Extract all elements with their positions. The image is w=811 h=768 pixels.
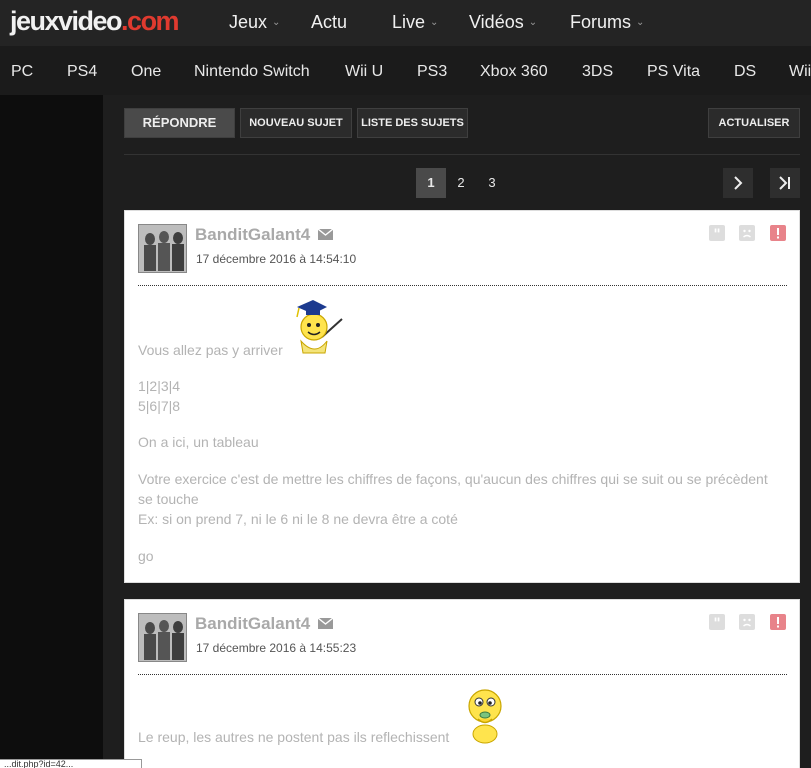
platform-wii[interactable]: Wii [789, 63, 811, 81]
sad-face-icon[interactable] [739, 614, 755, 630]
nav-forums[interactable]: Forums ⌄ [570, 11, 644, 34]
refresh-button[interactable]: ACTUALISER [708, 108, 800, 138]
platform-one[interactable]: One [131, 63, 161, 81]
chevron-down-icon: ⌄ [528, 17, 538, 28]
platform-wii-u[interactable]: Wii U [345, 63, 383, 81]
platform-ps4[interactable]: PS4 [67, 63, 97, 81]
mail-icon[interactable] [318, 229, 333, 240]
platform-ds[interactable]: DS [734, 63, 756, 81]
chevron-down-icon: ⌄ [636, 17, 645, 28]
post-text-line: Le reup, les autres ne postent pas ils r… [138, 729, 450, 745]
avatar[interactable] [138, 613, 187, 662]
avatar-image [139, 614, 186, 661]
avatar[interactable] [138, 224, 187, 273]
reply-button[interactable]: RÉPONDRE [124, 108, 235, 138]
platform-3ds[interactable]: 3DS [582, 63, 613, 81]
chevron-right-icon [734, 176, 743, 190]
platform-nintendo-switch[interactable]: Nintendo Switch [194, 63, 310, 81]
platform-bar: PC PS4 One Nintendo Switch Wii U PS3 Xbo… [0, 46, 811, 95]
platform-ps-vita[interactable]: PS Vita [647, 63, 700, 81]
nav-live[interactable]: Live ⌄ [392, 11, 438, 34]
post-text-line: Ex: si on prend 7, ni le 6 ni le 8 ne de… [138, 511, 458, 527]
divider [124, 154, 800, 155]
post-author[interactable]: BanditGalant4 [195, 225, 310, 245]
post-text-line: 1|2|3|4 [138, 378, 181, 394]
post-text-line: Vous allez pas y arriver [138, 342, 283, 358]
mail-icon[interactable] [318, 618, 333, 629]
page-3[interactable]: 3 [477, 168, 507, 198]
sad-face-icon[interactable] [739, 225, 755, 241]
page-1[interactable]: 1 [416, 168, 446, 198]
next-page-button[interactable] [723, 168, 753, 198]
post-text-line: On a ici, un tableau [138, 434, 259, 450]
post-author[interactable]: BanditGalant4 [195, 614, 310, 634]
chevron-down-icon: ⌄ [272, 17, 281, 28]
quote-icon[interactable]: " [709, 225, 725, 241]
new-topic-button[interactable]: NOUVEAU SUJET [240, 108, 352, 138]
left-sidebar [0, 95, 103, 768]
platform-ps3[interactable]: PS3 [417, 63, 447, 81]
top-navbar: jeuxvideo.com Jeux ⌄ Actu Live ⌄ Vidéos ⌄ F… [0, 0, 811, 46]
post-date[interactable]: 17 décembre 2016 à 14:55:23 [196, 641, 356, 655]
post-date[interactable]: 17 décembre 2016 à 14:54:10 [196, 252, 356, 266]
svg-text:": " [713, 227, 720, 241]
page-2[interactable]: 2 [446, 168, 476, 198]
status-tooltip: ...dit.php?id=42... [0, 759, 142, 768]
post-text-line: se touche [138, 491, 199, 507]
forum-post: BanditGalant4 17 décembre 2016 à 14:55:2… [124, 599, 800, 768]
topic-list-button[interactable]: LISTE DES SUJETS [357, 108, 468, 138]
platform-pc[interactable]: PC [11, 63, 33, 81]
last-page-button[interactable] [770, 168, 800, 198]
post-text-line: 5|6|7|8 [138, 398, 181, 414]
avatar-image [139, 225, 186, 272]
svg-text:": " [713, 616, 720, 630]
post-text-line: Votre exercice c'est de mettre les chiff… [138, 471, 768, 487]
post-text-line: go [138, 548, 154, 564]
platform-xbox-360[interactable]: Xbox 360 [480, 63, 548, 81]
last-page-icon [779, 176, 790, 190]
nav-jeux[interactable]: Jeux ⌄ [229, 11, 280, 34]
nav-videos[interactable]: Vidéos ⌄ [469, 11, 537, 34]
forum-post: BanditGalant4 17 décembre 2016 à 14:54:1… [124, 210, 800, 583]
alert-icon[interactable] [770, 225, 786, 241]
post-divider [138, 285, 787, 286]
chevron-down-icon: ⌄ [430, 17, 439, 28]
quote-icon[interactable]: " [709, 614, 725, 630]
site-logo[interactable]: jeuxvideo.com [10, 4, 180, 38]
alert-icon[interactable] [770, 614, 786, 630]
nav-actu[interactable]: Actu [311, 11, 347, 33]
post-divider [138, 674, 787, 675]
